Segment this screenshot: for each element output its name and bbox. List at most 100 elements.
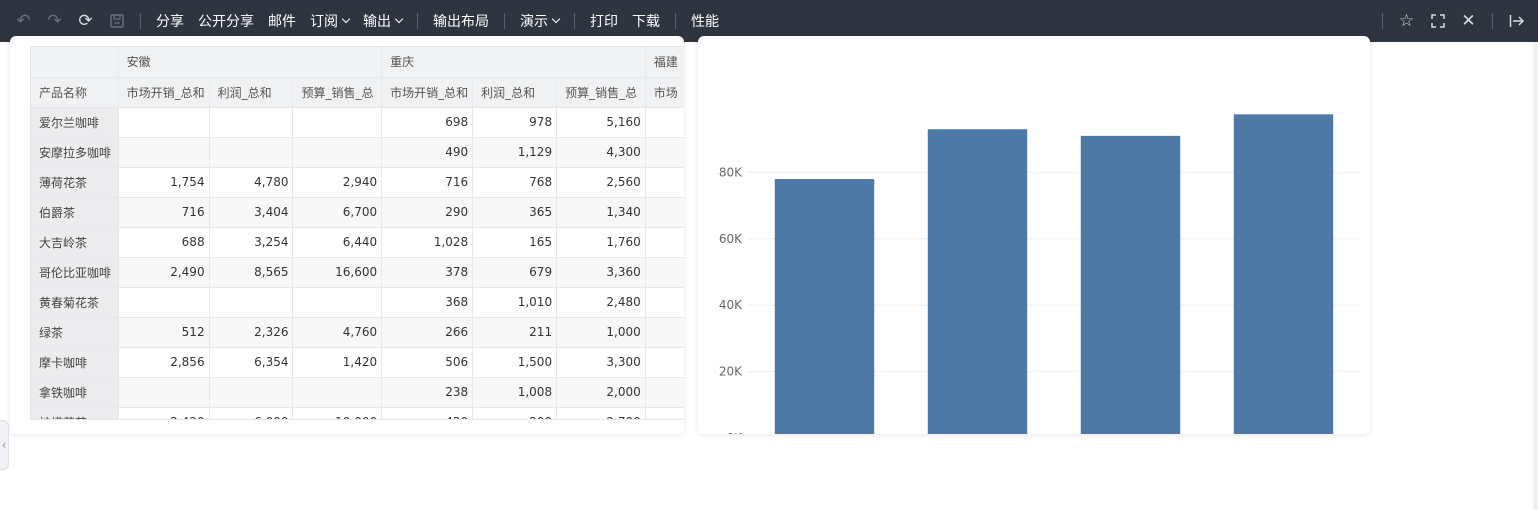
value-cell[interactable] [645,407,684,419]
sidebar-expand-handle[interactable]: ‹ [0,420,9,470]
value-cell[interactable]: 238 [381,377,474,408]
value-cell[interactable]: 1,760 [556,227,646,258]
row-header-label[interactable]: 产品名称 [31,77,119,108]
value-cell[interactable] [118,137,210,168]
value-cell[interactable]: 200 [472,407,558,419]
value-cell[interactable]: 4,300 [556,137,646,168]
value-cell[interactable]: 368 [381,287,474,318]
value-cell[interactable]: 6,440 [292,227,383,258]
value-cell[interactable]: 2,700 [556,407,646,419]
value-cell[interactable]: 420 [381,407,474,419]
value-cell[interactable]: 1,754 [118,167,210,198]
table-row[interactable]: 哥伦比亚咖啡 2,490 8,565 16,600 378 679 3,360 [31,257,684,288]
value-cell[interactable]: 2,326 [209,317,294,348]
fullscreen-icon[interactable] [1422,0,1453,42]
value-cell[interactable] [645,137,684,168]
value-cell[interactable]: 1,010 [472,287,558,318]
value-cell[interactable]: 2,856 [118,347,210,378]
table-row[interactable]: 安摩拉多咖啡 490 1,129 4,300 [31,137,684,168]
bar[interactable] [927,129,1028,434]
value-cell[interactable] [645,197,684,228]
value-cell[interactable]: 1,340 [556,197,646,228]
table-row[interactable]: 摩卡咖啡 2,856 6,354 1,420 506 1,500 3,300 [31,347,684,378]
value-cell[interactable]: 679 [472,257,558,288]
bar[interactable] [774,179,875,434]
value-cell[interactable] [292,137,383,168]
value-cell[interactable]: 978 [472,107,558,138]
measure-header[interactable]: 市场开销_总和 [381,77,474,108]
table-row[interactable]: 拿铁咖啡 238 1,008 2,000 [31,377,684,408]
value-cell[interactable] [209,107,294,138]
value-cell[interactable] [645,317,684,348]
measure-header[interactable]: 利润_总和 [209,77,294,108]
table-row[interactable]: 伯爵茶 716 3,404 6,700 290 365 1,340 [31,197,684,228]
value-cell[interactable]: 1,500 [472,347,558,378]
product-name-cell[interactable]: 拿铁咖啡 [31,377,119,408]
measure-header[interactable]: 预算_销售_总 [292,77,383,108]
value-cell[interactable]: 1,129 [472,137,558,168]
measure-header[interactable]: 利润_总和 [472,77,558,108]
value-cell[interactable] [645,287,684,318]
value-cell[interactable] [645,107,684,138]
value-cell[interactable]: 16,600 [292,257,383,288]
value-cell[interactable]: 768 [472,167,558,198]
value-cell[interactable]: 2,490 [118,257,210,288]
value-cell[interactable]: 698 [381,107,474,138]
value-cell[interactable] [292,107,383,138]
value-cell[interactable]: 2,560 [556,167,646,198]
value-cell[interactable]: 1,000 [556,317,646,348]
value-cell[interactable] [645,227,684,258]
product-name-cell[interactable]: 绿茶 [31,317,119,348]
product-name-cell[interactable]: 安摩拉多咖啡 [31,137,119,168]
value-cell[interactable]: 716 [381,167,474,198]
value-cell[interactable] [209,137,294,168]
value-cell[interactable] [292,377,383,408]
value-cell[interactable] [118,377,210,408]
value-cell[interactable]: 2,000 [556,377,646,408]
value-cell[interactable]: 2,940 [292,167,383,198]
value-cell[interactable]: 3,300 [556,347,646,378]
product-name-cell[interactable]: 薄荷花茶 [31,167,119,198]
product-name-cell[interactable]: 摩卡咖啡 [31,347,119,378]
value-cell[interactable]: 1,008 [472,377,558,408]
value-cell[interactable] [645,377,684,408]
value-cell[interactable]: 490 [381,137,474,168]
value-cell[interactable]: 506 [381,347,474,378]
close-icon[interactable]: ✕ [1453,0,1484,42]
value-cell[interactable]: 211 [472,317,558,348]
exit-icon[interactable] [1501,0,1532,42]
value-cell[interactable] [292,287,383,318]
value-cell[interactable]: 6,700 [292,197,383,228]
value-cell[interactable]: 10,000 [292,407,383,419]
value-cell[interactable]: 3,404 [209,197,294,228]
value-cell[interactable]: 378 [381,257,474,288]
value-cell[interactable] [118,287,210,318]
value-cell[interactable]: 6,000 [209,407,294,419]
value-cell[interactable]: 266 [381,317,474,348]
value-cell[interactable] [118,107,210,138]
table-row[interactable]: 爱尔兰咖啡 698 978 5,160 [31,107,684,138]
product-name-cell[interactable]: 黄春菊花茶 [31,287,119,318]
value-cell[interactable]: 3,360 [556,257,646,288]
value-cell[interactable]: 365 [472,197,558,228]
value-cell[interactable] [645,167,684,198]
value-cell[interactable]: 688 [118,227,210,258]
value-cell[interactable]: 1,028 [381,227,474,258]
value-cell[interactable]: 165 [472,227,558,258]
value-cell[interactable] [645,347,684,378]
table-row[interactable]: 薄荷花茶 1,754 4,780 2,940 716 768 2,560 [31,167,684,198]
measure-header[interactable]: 市场 [645,77,684,108]
value-cell[interactable]: 716 [118,197,210,228]
value-cell[interactable]: 6,354 [209,347,294,378]
table-card[interactable]: 安徽 重庆 福建 产品名称 市场开销_总和 利润_总和 预算_销售_总 市场开销_总和 利润_总… [10,36,684,434]
product-name-cell[interactable]: 伯爵茶 [31,197,119,228]
product-name-cell[interactable]: 柠檬草茶 [31,407,119,419]
crosstab-table[interactable]: 安徽 重庆 福建 产品名称 市场开销_总和 利润_总和 预算_销售_总 市场开销_总和 利润_总… [30,46,684,420]
bar[interactable] [1233,114,1334,434]
value-cell[interactable]: 2,420 [118,407,210,419]
region-header[interactable]: 安徽 [118,47,383,78]
star-icon[interactable]: ☆ [1391,0,1422,42]
value-cell[interactable]: 3,254 [209,227,294,258]
measure-header[interactable]: 预算_销售_总 [556,77,646,108]
product-name-cell[interactable]: 哥伦比亚咖啡 [31,257,119,288]
